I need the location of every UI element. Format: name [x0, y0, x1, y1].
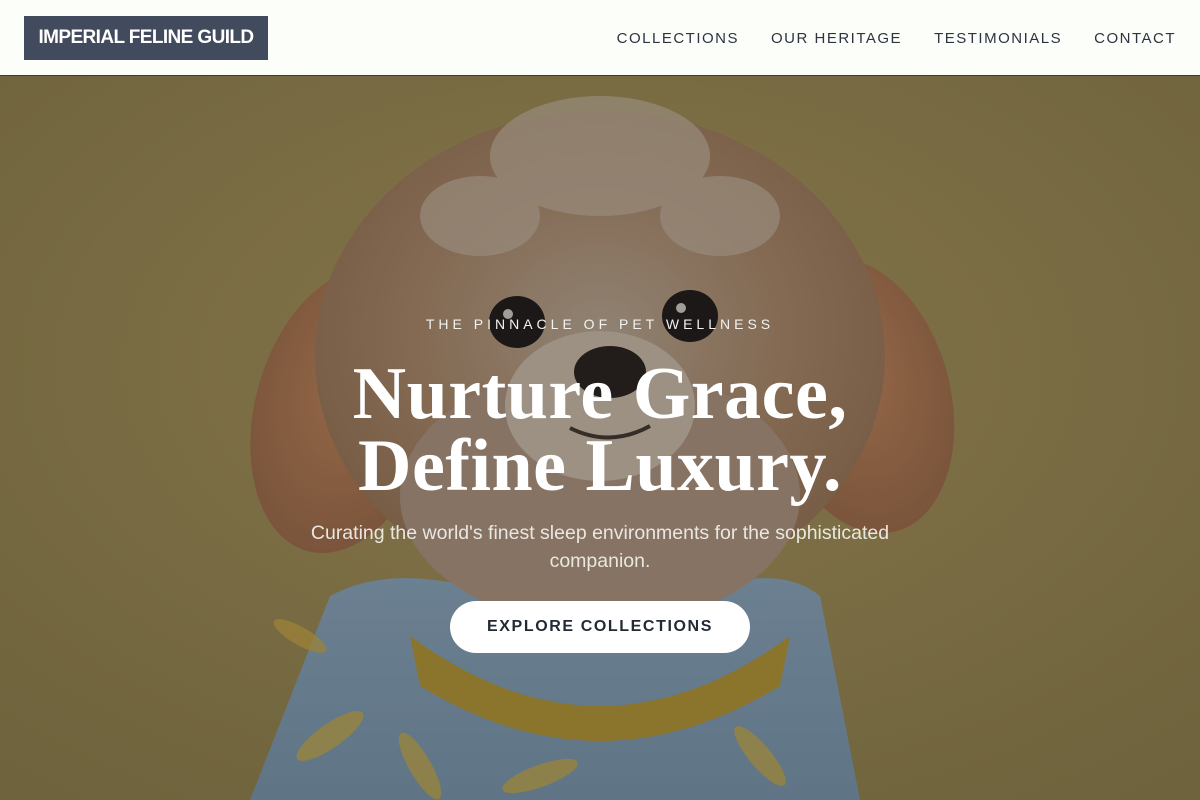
nav-link-collections[interactable]: COLLECTIONS [617, 30, 739, 47]
hero-eyebrow: THE PINNACLE OF PET WELLNESS [425, 316, 775, 332]
hero-subtitle: Curating the world's finest sleep enviro… [310, 522, 890, 572]
site-header: IMPERIAL FELINE GUILD COLLECTIONS OUR HE… [0, 0, 1200, 76]
main-nav: COLLECTIONS OUR HERITAGE TESTIMONIALS CO… [617, 0, 1176, 76]
nav-link-our-heritage[interactable]: OUR HERITAGE [771, 30, 902, 47]
explore-collections-button[interactable]: EXPLORE COLLECTIONS [450, 601, 750, 653]
nav-link-testimonials[interactable]: TESTIMONIALS [934, 30, 1062, 47]
nav-link-contact[interactable]: CONTACT [1094, 30, 1176, 47]
hero-section: THE PINNACLE OF PET WELLNESS Nurture Gra… [0, 76, 1200, 800]
hero-headline: Nurture Grace, Define Luxury. [0, 353, 1200, 507]
brand-logo[interactable]: IMPERIAL FELINE GUILD [24, 16, 268, 60]
hero-headline-line-2: Define Luxury. [358, 425, 842, 507]
hero-content: THE PINNACLE OF PET WELLNESS Nurture Gra… [0, 76, 1200, 800]
hero-headline-line-1: Nurture Grace, [352, 353, 848, 435]
